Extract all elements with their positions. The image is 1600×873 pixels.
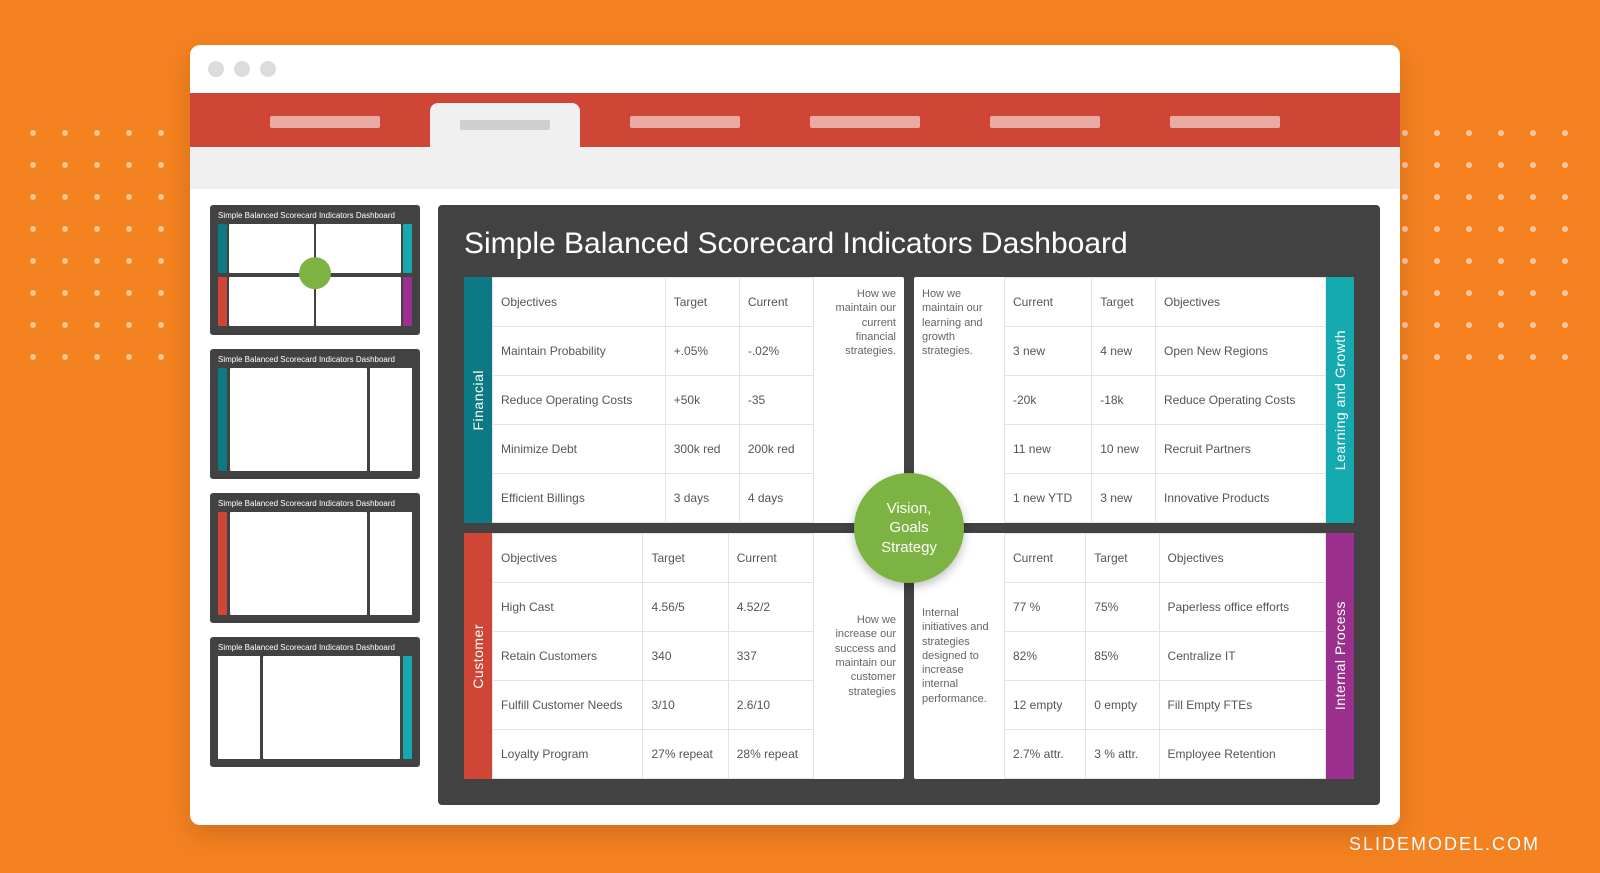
learning-table: CurrentTargetObjectives 3 new4 newOpen N… [1004,277,1326,523]
quadrant-financial: Financial ObjectivesTargetCurrent Mainta… [464,277,904,523]
table-row: 12 empty0 emptyFill Empty FTEs [1005,681,1326,730]
table-row: High Cast4.56/54.52/2 [493,583,814,632]
internal-label-stripe: Internal Process [1326,533,1354,779]
customer-label: Customer [470,624,486,689]
table-row: -20k-18kReduce Operating Costs [1005,376,1326,425]
customer-label-stripe: Customer [464,533,492,779]
ribbon-tab[interactable] [610,115,760,129]
table-row: Fulfill Customer Needs3/102.6/10 [493,681,814,730]
traffic-light-icon [260,61,276,77]
app-window: Simple Balanced Scorecard Indicators Das… [190,45,1400,825]
quadrant-learning: Learning and Growth CurrentTargetObjecti… [914,277,1354,523]
slide-thumbnail-2[interactable]: Simple Balanced Scorecard Indicators Das… [210,349,420,479]
quadrant-customer: Customer ObjectivesTargetCurrent High Ca… [464,533,904,779]
ribbon-tabs [190,93,1400,147]
thumb-title: Simple Balanced Scorecard Indicators Das… [218,643,412,652]
table-row: 1 new YTD3 newInnovative Products [1005,474,1326,523]
quadrant-internal: Internal Process CurrentTargetObjectives… [914,533,1354,779]
traffic-light-icon [234,61,250,77]
customer-table: ObjectivesTargetCurrent High Cast4.56/54… [492,533,814,779]
circle-icon [299,257,331,289]
slide-thumbnail-3[interactable]: Simple Balanced Scorecard Indicators Das… [210,493,420,623]
bg-dots-left [30,130,166,362]
table-row: Maintain Probability+.05%-.02% [493,327,814,376]
main-slide[interactable]: Simple Balanced Scorecard Indicators Das… [438,205,1380,805]
table-row: 77 %75%Paperless office efforts [1005,583,1326,632]
table-row: Reduce Operating Costs+50k-35 [493,376,814,425]
ribbon-tab[interactable] [970,115,1120,129]
learning-label: Learning and Growth [1332,330,1348,470]
editor-content: Simple Balanced Scorecard Indicators Das… [190,189,1400,825]
table-row: Efficient Billings3 days4 days [493,474,814,523]
table-row: 2.7% attr.3 % attr.Employee Retention [1005,730,1326,779]
table-row: Retain Customers340337 [493,632,814,681]
ribbon-tab[interactable] [1150,115,1300,129]
center-circle-text: Vision, Goals Strategy [881,499,937,558]
traffic-light-icon [208,61,224,77]
thumb-title: Simple Balanced Scorecard Indicators Das… [218,355,412,364]
table-row: 11 new10 newRecruit Partners [1005,425,1326,474]
internal-table: CurrentTargetObjectives 77 %75%Paperless… [1004,533,1326,779]
ribbon-tab-active[interactable] [430,103,580,147]
table-row: Minimize Debt300k red200k red [493,425,814,474]
financial-table: ObjectivesTargetCurrent Maintain Probabi… [492,277,814,523]
slide-title: Simple Balanced Scorecard Indicators Das… [464,227,1354,261]
slide-thumbnails: Simple Balanced Scorecard Indicators Das… [210,205,420,805]
table-row: 3 new4 newOpen New Regions [1005,327,1326,376]
learning-label-stripe: Learning and Growth [1326,277,1354,523]
thumb-title: Simple Balanced Scorecard Indicators Das… [218,211,412,220]
ribbon-tab[interactable] [250,115,400,129]
internal-label: Internal Process [1332,601,1348,710]
ribbon-area [190,147,1400,189]
window-titlebar [190,45,1400,93]
table-row: Loyalty Program27% repeat28% repeat [493,730,814,779]
thumb-title: Simple Balanced Scorecard Indicators Das… [218,499,412,508]
slide-thumbnail-4[interactable]: Simple Balanced Scorecard Indicators Das… [210,637,420,767]
financial-label: Financial [470,370,486,431]
slide-thumbnail-1[interactable]: Simple Balanced Scorecard Indicators Das… [210,205,420,335]
scorecard-grid: Financial ObjectivesTargetCurrent Mainta… [464,277,1354,779]
table-row: 82%85%Centralize IT [1005,632,1326,681]
watermark: SLIDEMODEL.COM [1349,834,1540,855]
center-circle: Vision, Goals Strategy [854,473,964,583]
financial-label-stripe: Financial [464,277,492,523]
ribbon-tab[interactable] [790,115,940,129]
